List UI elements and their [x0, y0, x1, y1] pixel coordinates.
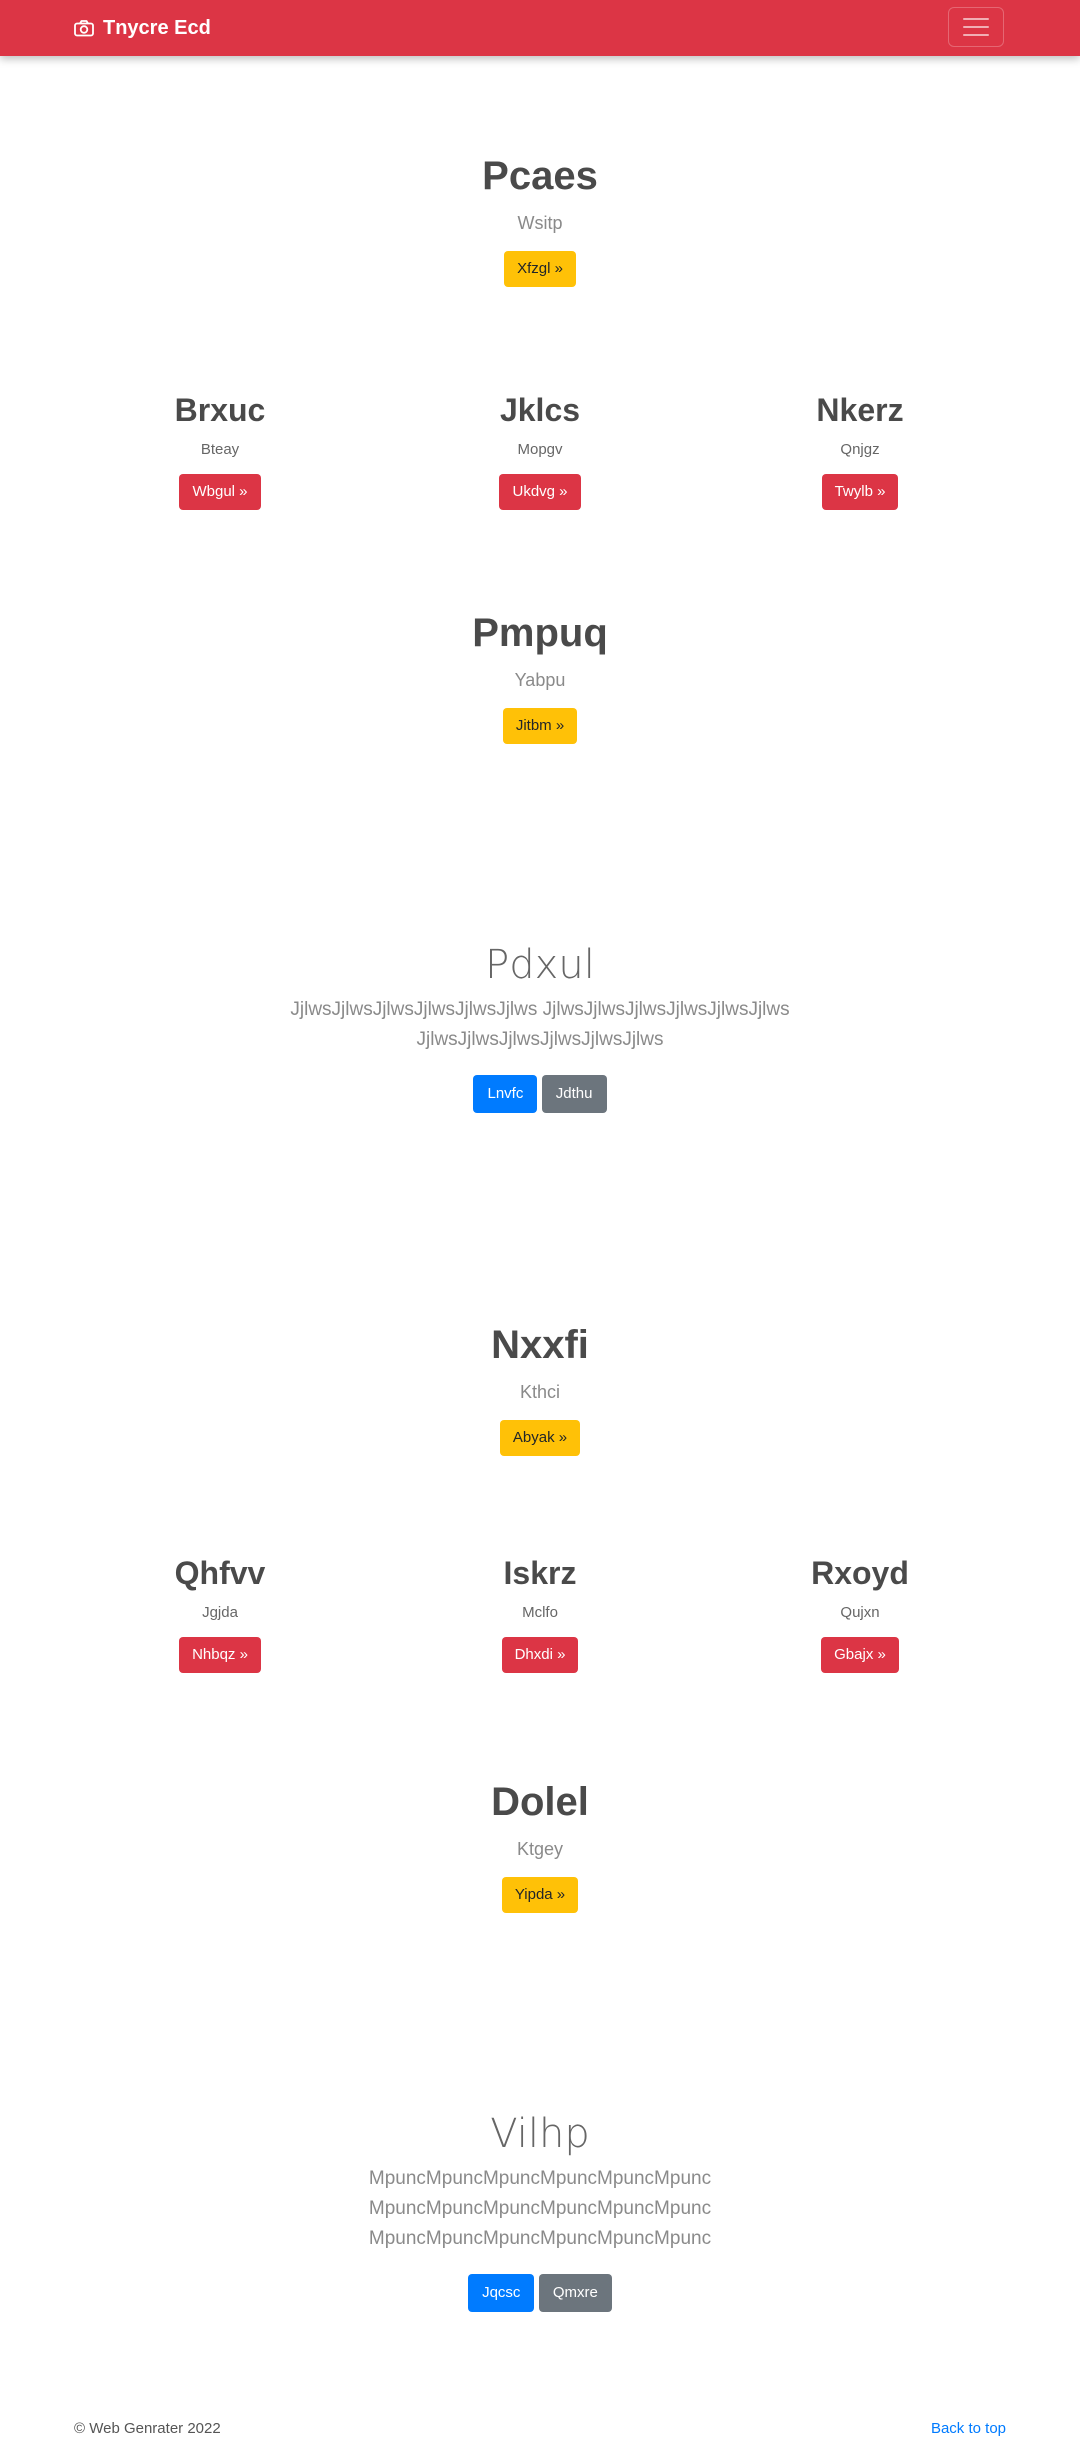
brand-label: Tnycre Ecd	[103, 16, 211, 39]
hamburger-menu-icon	[963, 18, 989, 20]
section-subtitle: Wsitp	[517, 213, 563, 233]
column-action-button[interactable]: Nhbqz »	[179, 1637, 261, 1673]
column-title: Qhfvv	[174, 1555, 266, 1591]
section-subtitle: Yabpu	[514, 670, 566, 690]
navbar: Tnycre Ecd	[0, 0, 1080, 56]
column-action-button[interactable]: Ukdvg »	[499, 474, 581, 510]
feature-section-pcaes: Pcaes Wsitp Xfzgl »	[340, 156, 740, 287]
camera-icon	[74, 19, 94, 37]
jumbotron-vilhp: Vilhp MpuncMpuncMpuncMpuncMpuncMpunc Mpu…	[290, 2114, 790, 2312]
jumbotron-pdxul: Pdxul JjlwsJjlwsJjlwsJjlwsJjlwsJjlws Jjl…	[240, 945, 840, 1113]
column-card: Brxuc Bteay Wbgul »	[70, 394, 370, 510]
column-subtitle: Qnjgz	[840, 441, 880, 458]
column-title: Iskrz	[503, 1555, 577, 1591]
feature-section-nxxfi: Nxxfi Kthci Abyak »	[340, 1325, 740, 1456]
section-action-button[interactable]: Xfzgl »	[504, 251, 576, 287]
column-card: Rxoyd Qujxn Gbajx »	[710, 1557, 1010, 1673]
column-card: Nkerz Qnjgz Twylb »	[710, 394, 1010, 510]
section-title: Dolel	[491, 1780, 589, 1824]
jumbotron-primary-button[interactable]: Lnvfc	[473, 1075, 538, 1113]
navbar-toggler-button[interactable]	[948, 7, 1004, 47]
back-to-top-link[interactable]: Back to top	[931, 2420, 1006, 2437]
column-subtitle: Jgjda	[202, 1604, 238, 1621]
jumbotron-title: Pdxul	[485, 942, 595, 988]
footer-copyright: © Web Genrater 2022	[74, 2420, 221, 2437]
section-action-button[interactable]: Abyak »	[499, 1420, 581, 1456]
section-title: Nxxfi	[491, 1323, 589, 1367]
column-subtitle: Qujxn	[840, 1604, 880, 1621]
column-card: Iskrz Mclfo Dhxdi »	[390, 1557, 690, 1673]
section-action-button[interactable]: Jitbm »	[502, 708, 578, 744]
jumbotron-lead: JjlwsJjlwsJjlwsJjlwsJjlwsJjlws JjlwsJjlw…	[290, 999, 790, 1050]
column-action-button[interactable]: Dhxdi »	[501, 1637, 579, 1673]
column-title: Jklcs	[499, 392, 581, 428]
column-title: Nkerz	[816, 392, 904, 428]
section-title: Pmpuq	[472, 611, 608, 655]
section-title: Pcaes	[482, 154, 598, 198]
jumbotron-primary-button[interactable]: Jqcsc	[468, 2274, 535, 2312]
jumbotron-lead: MpuncMpuncMpuncMpuncMpuncMpunc MpuncMpun…	[368, 2168, 712, 2249]
feature-section-dolel: Dolel Ktgey Yipda »	[340, 1782, 740, 1913]
feature-section-pmpuq: Pmpuq Yabpu Jitbm »	[340, 613, 740, 744]
column-card: Qhfvv Jgjda Nhbqz »	[70, 1557, 370, 1673]
jumbotron-title: Vilhp	[490, 2111, 590, 2157]
section-subtitle: Ktgey	[516, 1839, 564, 1859]
section-action-button[interactable]: Yipda »	[501, 1877, 579, 1913]
column-action-button[interactable]: Wbgul »	[179, 474, 261, 510]
column-subtitle: Bteay	[200, 441, 240, 458]
column-card: Jklcs Mopgv Ukdvg »	[390, 394, 690, 510]
column-action-button[interactable]: Gbajx »	[821, 1637, 899, 1673]
section-subtitle: Kthci	[519, 1382, 561, 1402]
column-title: Rxoyd	[811, 1555, 909, 1591]
jumbotron-secondary-button[interactable]: Jdthu	[541, 1075, 607, 1113]
column-action-button[interactable]: Twylb »	[821, 474, 899, 510]
navbar-brand[interactable]: Tnycre Ecd	[74, 0, 211, 56]
column-subtitle: Mopgv	[517, 441, 563, 458]
column-subtitle: Mclfo	[522, 1604, 558, 1621]
column-title: Brxuc	[174, 392, 266, 428]
jumbotron-secondary-button[interactable]: Qmxre	[538, 2274, 612, 2312]
